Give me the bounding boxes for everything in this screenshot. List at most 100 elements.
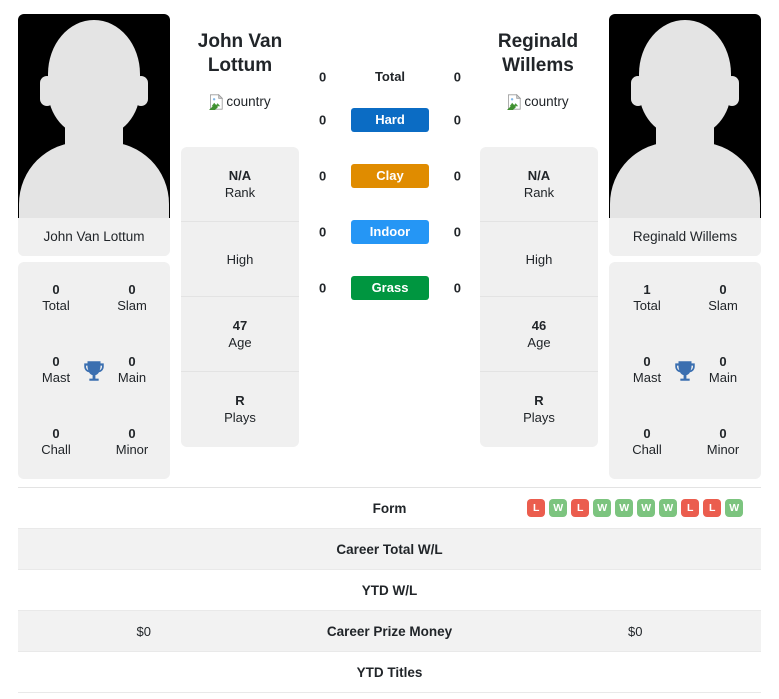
titles-value-mast: 0 <box>52 354 60 370</box>
titles-value-minor: 0 <box>719 426 727 442</box>
info-label-rank: Rank <box>224 184 256 200</box>
titles-label-minor: Minor <box>115 442 149 458</box>
titles-label-mast: Mast <box>41 369 71 385</box>
titles-label-main: Main <box>117 369 147 385</box>
info-label-high: High <box>525 251 553 267</box>
player-left-country-slot: country <box>160 93 320 111</box>
info-label-high: High <box>226 251 254 267</box>
titles-value-chall: 0 <box>52 426 60 442</box>
titles-cell-chall: 0 Chall <box>609 407 685 479</box>
titles-value-slam: 0 <box>719 281 727 297</box>
table-row: $0 Career Prize Money $0 <box>18 611 761 652</box>
row-right-value: LWLWWWWLLW <box>510 499 762 517</box>
surface-pill-grass[interactable]: Grass <box>351 276 429 300</box>
row-label: YTD W/L <box>361 582 418 598</box>
surface-right-count-total: 0 <box>453 69 461 85</box>
surface-left-count-grass: 0 <box>319 280 327 296</box>
info-value-age: 47 <box>232 317 248 333</box>
player-right-avatar-card: Reginald Willems <box>609 14 761 256</box>
titles-cell-mast: 0 Mast <box>609 334 685 406</box>
titles-cell-mast: 0 Mast <box>18 334 94 406</box>
info-value-rank: N/A <box>228 167 252 183</box>
titles-label-slam: Slam <box>117 297 147 313</box>
titles-cell-main: 0 Main <box>94 334 170 406</box>
titles-cell-slam: 0 Slam <box>685 262 761 334</box>
row-left-value: $0 <box>136 623 151 639</box>
titles-label-slam: Slam <box>708 297 738 313</box>
row-label: YTD Titles <box>356 664 423 680</box>
info-row-age: 47 Age <box>181 297 299 372</box>
avatar-silhouette-ear-left-icon <box>40 76 54 106</box>
player-left-avatar-card: John Van Lottum <box>18 14 170 256</box>
form-badge-loss: L <box>571 499 590 517</box>
titles-value-chall: 0 <box>643 426 651 442</box>
info-row-rank: N/A Rank <box>181 147 299 222</box>
surface-row-clay: 0 Clay 0 <box>310 148 470 204</box>
info-row-plays: R Plays <box>480 372 598 447</box>
avatar-silhouette-ear-right-icon <box>725 76 739 106</box>
info-value-age: 46 <box>531 317 547 333</box>
info-label-plays: Plays <box>224 410 256 425</box>
info-row-high: High <box>480 222 598 297</box>
titles-value-slam: 0 <box>128 281 136 297</box>
form-badge-loss: L <box>681 499 700 517</box>
table-row: Career Total W/L <box>18 529 761 570</box>
titles-value-total: 0 <box>52 281 60 297</box>
country-alt-text: country <box>524 94 569 110</box>
player-right-country-slot: country <box>458 93 618 111</box>
player-comparison-page: John Van Lottum 0 Total 0 Slam 0 Mast 0 … <box>0 0 779 699</box>
titles-label-main: Main <box>708 369 738 385</box>
surface-left-count-hard: 0 <box>319 112 327 128</box>
info-row-high: High <box>181 222 299 297</box>
broken-image-icon <box>507 93 522 110</box>
surface-pill-hard[interactable]: Hard <box>351 108 429 132</box>
surface-right-count-clay: 0 <box>453 168 461 184</box>
surface-pill-indoor[interactable]: Indoor <box>351 220 429 244</box>
titles-label-chall: Chall <box>632 442 662 458</box>
form-badge-loss: L <box>527 499 546 517</box>
row-label: Career Total W/L <box>336 541 443 557</box>
titles-value-total: 1 <box>643 281 651 297</box>
titles-value-main: 0 <box>128 354 136 370</box>
broken-image-icon <box>209 93 224 110</box>
surface-label-total: Total <box>374 69 406 84</box>
titles-cell-main: 0 Main <box>685 334 761 406</box>
surface-left-count-total: 0 <box>319 69 327 85</box>
surface-row-grass: 0 Grass 0 <box>310 260 470 316</box>
comparison-stats-table: Form LWLWWWWLLW Career Total W/L YTD W/L… <box>18 487 761 693</box>
surface-row-indoor: 0 Indoor 0 <box>310 204 470 260</box>
titles-cell-minor: 0 Minor <box>94 407 170 479</box>
form-badge-win: W <box>615 499 634 517</box>
titles-label-chall: Chall <box>41 442 71 458</box>
player-right-info-card: N/A Rank High 46 Age R Plays <box>480 147 598 447</box>
player-right-photo <box>609 14 761 218</box>
avatar-silhouette-body-icon <box>610 142 760 218</box>
info-value-plays: R <box>534 393 544 409</box>
surface-pill-clay[interactable]: Clay <box>351 164 429 188</box>
country-alt-text: country <box>226 94 271 110</box>
info-label-age: Age <box>527 334 551 350</box>
form-badge-win: W <box>725 499 744 517</box>
form-badge-loss: L <box>703 499 722 517</box>
avatar-silhouette-ear-right-icon <box>134 76 148 106</box>
titles-cell-chall: 0 Chall <box>18 407 94 479</box>
info-row-age: 46 Age <box>480 297 598 372</box>
player-left-avatar-column: John Van Lottum 0 Total 0 Slam 0 Mast 0 … <box>18 14 170 479</box>
row-label: Career Prize Money <box>326 623 453 639</box>
comparison-header-area: John Van Lottum 0 Total 0 Slam 0 Mast 0 … <box>0 0 779 485</box>
titles-label-total: Total <box>42 297 70 313</box>
player-right-titles-card: 1 Total 0 Slam 0 Mast 0 Main 0 Chall 0 M… <box>609 262 761 479</box>
info-label-rank: Rank <box>523 184 555 200</box>
titles-cell-total: 0 Total <box>18 262 94 334</box>
form-badge-group: LWLWWWWLLW <box>527 499 744 517</box>
info-label-age: Age <box>228 334 252 350</box>
surface-row-hard: 0 Hard 0 <box>310 92 470 148</box>
form-badge-win: W <box>593 499 612 517</box>
surface-right-count-indoor: 0 <box>453 224 461 240</box>
player-left-info-card: N/A Rank High 47 Age R Plays <box>181 147 299 447</box>
titles-label-total: Total <box>633 297 661 313</box>
info-value-rank: N/A <box>527 167 551 183</box>
player-left-name: John Van Lottum <box>197 31 283 77</box>
form-badge-win: W <box>659 499 678 517</box>
player-left-avatar-caption: John Van Lottum <box>18 218 170 256</box>
